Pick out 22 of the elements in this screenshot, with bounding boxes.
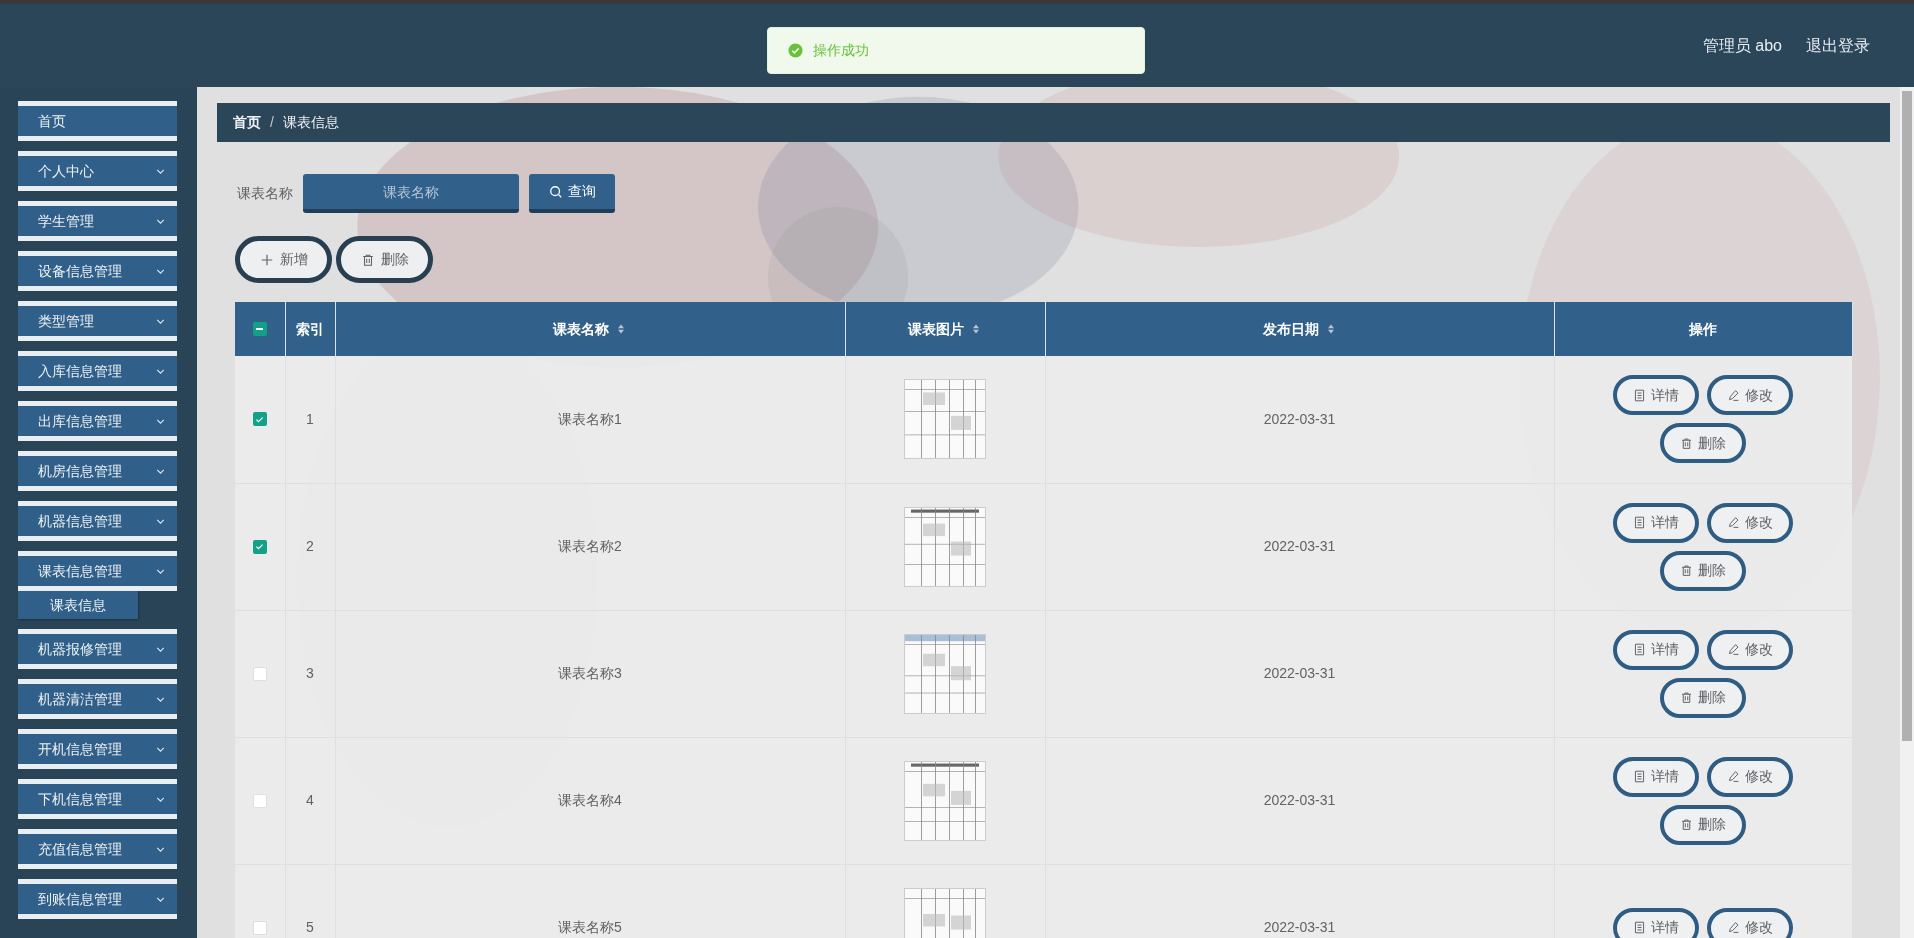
- user-name: 管理员 abo: [1702, 35, 1782, 56]
- check-circle-icon: [788, 43, 803, 58]
- sidebar-menu-item[interactable]: 机器信息管理: [18, 501, 177, 541]
- sidebar-menu-item[interactable]: 设备信息管理: [18, 251, 177, 291]
- toast-message: 操作成功: [813, 41, 869, 60]
- sidebar-menu-item[interactable]: 课表信息管理: [18, 551, 177, 591]
- sidebar-menu-item[interactable]: 机器报修管理: [18, 629, 177, 669]
- scrollbar[interactable]: [1900, 87, 1914, 938]
- sidebar-menu-item[interactable]: 学生管理: [18, 201, 177, 241]
- sidebar-menu-item[interactable]: 个人中心: [18, 151, 177, 191]
- sidebar-menu-item[interactable]: 下机信息管理: [18, 779, 177, 819]
- sidebar-menu-item[interactable]: 充值信息管理: [18, 829, 177, 869]
- sidebar-menu-item[interactable]: 出库信息管理: [18, 401, 177, 441]
- sidebar-menu-item[interactable]: 入库信息管理: [18, 351, 177, 391]
- sidebar-menu-item[interactable]: 机器清洁管理: [18, 679, 177, 719]
- sidebar-submenu-item[interactable]: 课表信息: [18, 591, 138, 619]
- sidebar-menu-item[interactable]: 开机信息管理: [18, 729, 177, 769]
- logout-link[interactable]: 退出登录: [1806, 33, 1870, 58]
- sidebar-menu-item[interactable]: 类型管理: [18, 301, 177, 341]
- sidebar-link[interactable]: 首页: [18, 101, 177, 141]
- sidebar-menu-item[interactable]: 到账信息管理: [18, 879, 177, 919]
- sidebar-menu-item[interactable]: 机房信息管理: [18, 451, 177, 491]
